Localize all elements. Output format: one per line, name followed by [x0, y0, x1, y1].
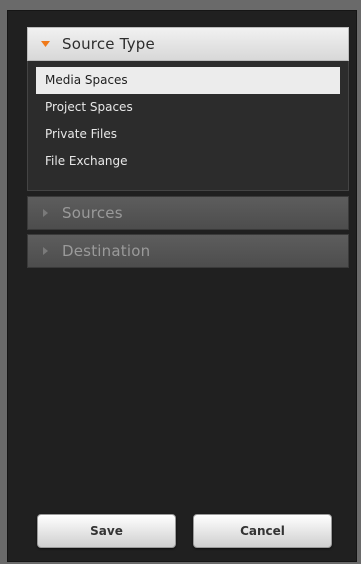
section-header-destination[interactable]: Destination	[27, 234, 349, 268]
caret-right-icon	[40, 247, 50, 255]
section-header-source-type[interactable]: Source Type	[27, 27, 349, 61]
section-title-source-type: Source Type	[62, 35, 155, 53]
caret-right-icon	[40, 209, 50, 217]
list-item-project-spaces[interactable]: Project Spaces	[36, 94, 340, 121]
cancel-button[interactable]: Cancel	[193, 514, 332, 548]
list-item-private-files[interactable]: Private Files	[36, 121, 340, 148]
save-button[interactable]: Save	[37, 514, 176, 548]
list-item-file-exchange[interactable]: File Exchange	[36, 148, 340, 175]
caret-down-icon	[40, 41, 50, 47]
source-type-list: Media Spaces Project Spaces Private File…	[27, 61, 349, 191]
list-item-media-spaces[interactable]: Media Spaces	[36, 67, 340, 94]
section-header-sources[interactable]: Sources	[27, 196, 349, 230]
section-title-destination: Destination	[62, 242, 151, 260]
section-title-sources: Sources	[62, 204, 123, 222]
